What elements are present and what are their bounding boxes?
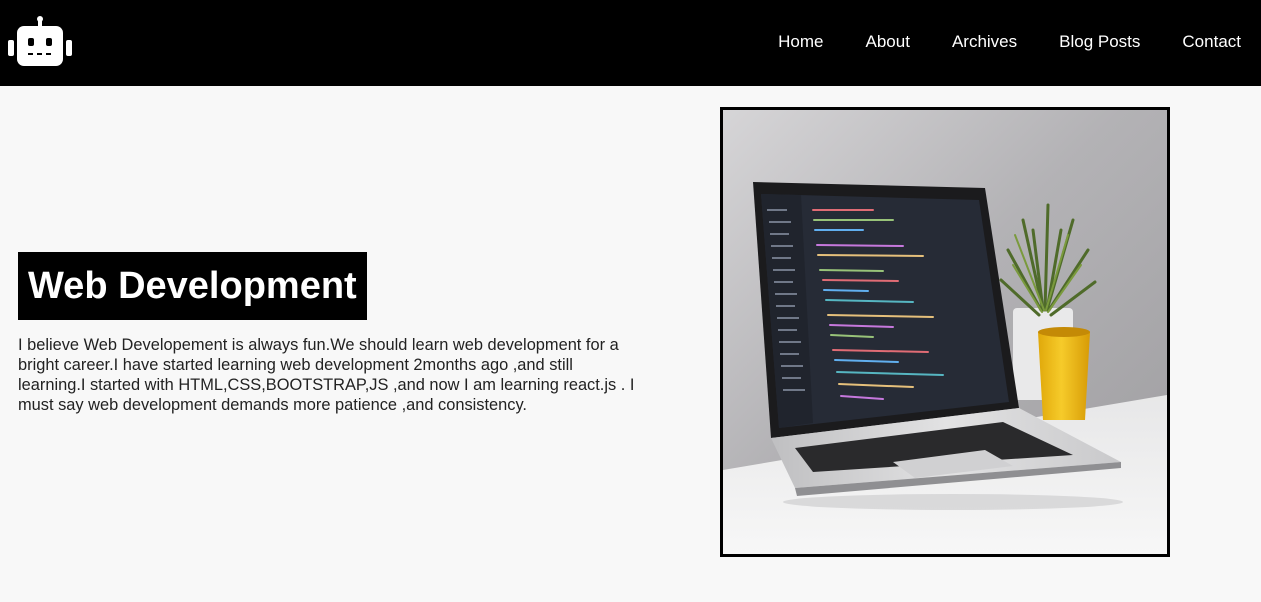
nav-link-about[interactable]: About [866, 32, 910, 52]
hero-paragraph: I believe Web Developement is always fun… [18, 336, 635, 414]
navbar: Home About Archives Blog Posts Contact [0, 0, 1261, 86]
nav-link-contact[interactable]: Contact [1182, 32, 1241, 52]
nav-link-home[interactable]: Home [778, 32, 823, 52]
nav-menu: Home About Archives Blog Posts Contact [736, 0, 1241, 84]
robot-icon[interactable] [8, 16, 72, 68]
laptop-photo [720, 107, 1170, 557]
laptop-illustration [723, 110, 1167, 554]
nav-link-archives[interactable]: Archives [952, 32, 1017, 52]
hero-title: Web Development [18, 252, 367, 320]
nav-link-blog-posts[interactable]: Blog Posts [1059, 32, 1140, 52]
